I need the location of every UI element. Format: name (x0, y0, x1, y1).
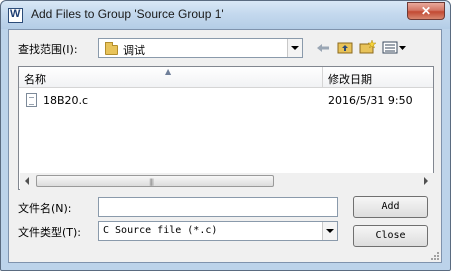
up-folder-icon[interactable] (336, 39, 354, 55)
lookin-value: 调试 (123, 44, 145, 57)
chevron-down-icon[interactable] (287, 39, 302, 57)
file-list[interactable]: 名称 ▲ 修改日期 18B20.c 2016/5/31 9:50 ||| (18, 66, 434, 190)
scroll-right-icon[interactable] (424, 177, 428, 185)
file-modified: 2016/5/31 9:50 (328, 94, 413, 107)
scroll-left-icon[interactable] (25, 177, 29, 185)
list-item[interactable]: 18B20.c 2016/5/31 9:50 (19, 91, 433, 109)
new-folder-icon[interactable] (358, 39, 377, 55)
close-button[interactable]: Close (353, 225, 428, 247)
dialog-client: 查找范围(I): 调试 名称 ▲ 修改日期 18B20.c 2016/5/31 … (8, 29, 442, 263)
window-title: Add Files to Group 'Source Group 1' (31, 7, 224, 21)
column-name-label: 名称 (24, 73, 46, 86)
horizontal-scrollbar[interactable]: ||| (20, 173, 434, 190)
lookin-label: 查找范围(I): (18, 43, 78, 56)
app-icon (8, 8, 23, 23)
chevron-down-icon[interactable] (322, 222, 337, 240)
lookin-combo[interactable]: 调试 (98, 38, 303, 58)
column-date-label[interactable]: 修改日期 (328, 71, 372, 87)
filetype-label: 文件类型(T): (18, 226, 82, 239)
close-icon: ✕ (420, 4, 432, 18)
column-header-name[interactable]: 名称 ▲ (19, 67, 323, 87)
sort-up-icon: ▲ (165, 67, 172, 76)
file-icon (26, 93, 37, 107)
filetype-combo[interactable]: C Source file (*.c) (98, 221, 338, 241)
dialog-window: Add Files to Group 'Source Group 1' ✕ 查找… (0, 0, 451, 271)
close-window-button[interactable]: ✕ (407, 2, 445, 20)
list-header: 名称 ▲ 修改日期 (19, 67, 433, 88)
filename-label: 文件名(N): (18, 202, 72, 215)
add-button[interactable]: Add (353, 196, 428, 218)
scroll-thumb[interactable]: ||| (36, 175, 274, 187)
filetype-value: C Source file (*.c) (103, 225, 218, 236)
folder-icon (105, 42, 118, 55)
back-arrow-icon[interactable] (314, 40, 332, 56)
title-bar[interactable]: Add Files to Group 'Source Group 1' ✕ (1, 1, 450, 29)
file-name: 18B20.c (43, 94, 89, 107)
resize-grip-icon[interactable] (428, 249, 440, 261)
view-menu-icon[interactable] (382, 40, 408, 56)
filename-input[interactable] (98, 197, 338, 217)
